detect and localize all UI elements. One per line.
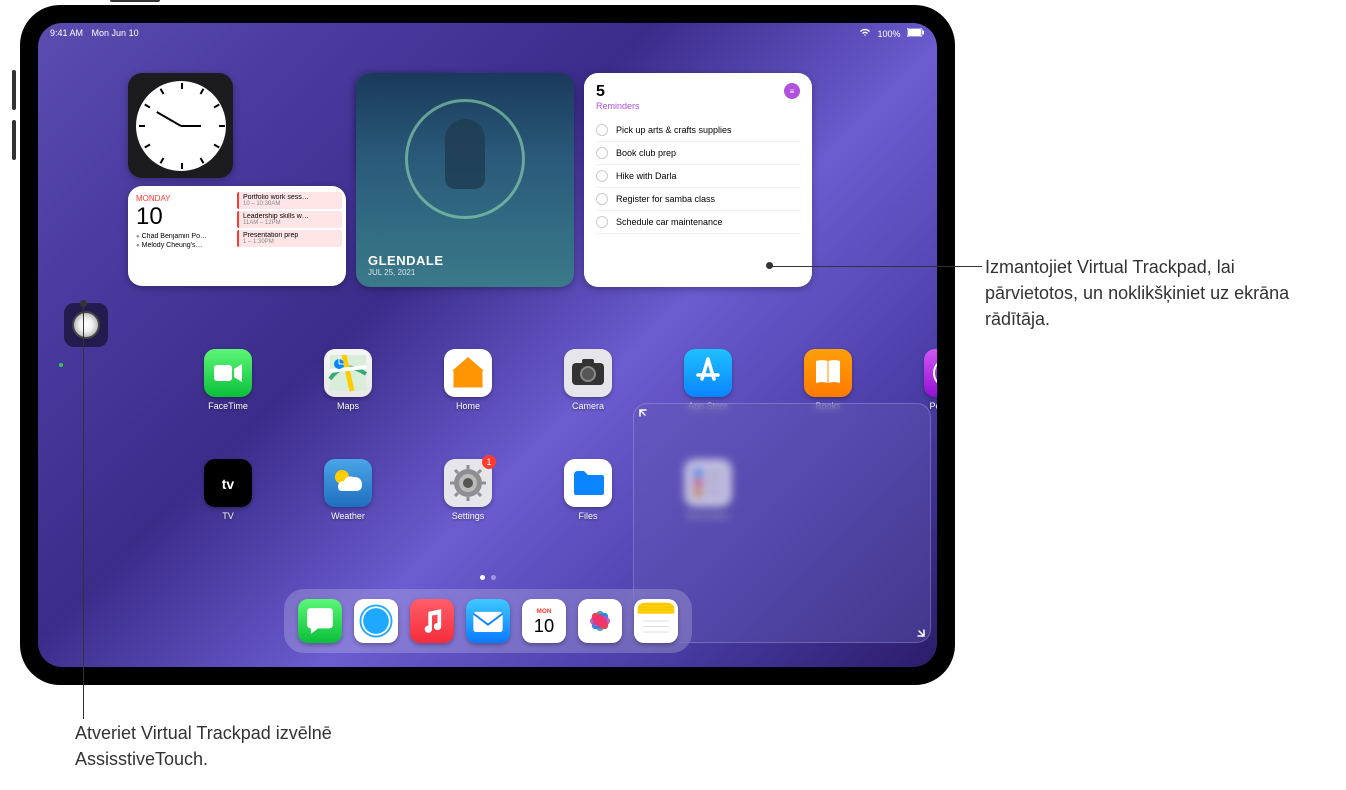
app-label: Weather bbox=[331, 511, 365, 521]
app-home[interactable]: Home bbox=[408, 349, 528, 459]
app-maps[interactable]: Maps bbox=[288, 349, 408, 459]
dock-app-safari[interactable] bbox=[354, 599, 398, 643]
reminder-label: Hike with Darla bbox=[616, 171, 677, 181]
calendar-slot: Portfolio work sess… 10 – 10:30AM bbox=[237, 192, 342, 209]
calendar-slot: Leadership skills w… 11AM – 12PM bbox=[237, 211, 342, 228]
volume-up-button bbox=[12, 70, 16, 110]
notification-badge: 1 bbox=[482, 455, 496, 469]
dock: MON10 bbox=[284, 589, 692, 653]
page-indicator[interactable] bbox=[480, 575, 496, 580]
reminder-checkbox[interactable] bbox=[596, 193, 608, 205]
reminder-label: Book club prep bbox=[616, 148, 676, 158]
app-files[interactable]: Files bbox=[528, 459, 648, 569]
reminder-item[interactable]: Register for samba class bbox=[596, 188, 800, 211]
photo-person-icon bbox=[445, 119, 485, 189]
dock-app-messages[interactable] bbox=[298, 599, 342, 643]
reminders-widget[interactable]: 5 Reminders ≡ Pick up arts & crafts supp… bbox=[584, 73, 812, 287]
assistivetouch-button[interactable] bbox=[64, 303, 108, 347]
app-label: TV bbox=[222, 511, 234, 521]
svg-text:tv: tv bbox=[222, 476, 235, 492]
app-label: Podcasts bbox=[929, 401, 937, 411]
reminder-item[interactable]: Book club prep bbox=[596, 142, 800, 165]
widget-stack: MONDAY 10 Chad Benjamin Po… Melody Cheun… bbox=[128, 73, 812, 287]
clock-face-icon bbox=[136, 81, 226, 171]
expand-arrow-icon[interactable] bbox=[912, 624, 926, 638]
appstore-icon bbox=[684, 349, 732, 397]
power-button bbox=[110, 0, 160, 2]
app-label: Maps bbox=[337, 401, 359, 411]
status-time: 9:41 AM bbox=[50, 28, 83, 38]
app-label: Files bbox=[578, 511, 597, 521]
status-bar: 9:41 AM Mon Jun 10 100% bbox=[38, 23, 937, 43]
callout-line bbox=[770, 266, 982, 267]
facetime-icon bbox=[204, 349, 252, 397]
volume-down-button bbox=[12, 120, 16, 160]
dock-app-calendar[interactable]: MON10 bbox=[522, 599, 566, 643]
calendar-event: Melody Cheung's… bbox=[136, 242, 225, 249]
photos-widget[interactable]: GLENDALE JUL 25, 2021 bbox=[356, 73, 574, 287]
battery-percent: 100% bbox=[877, 29, 900, 39]
svg-text:10: 10 bbox=[533, 615, 553, 636]
calendar-day-label: MONDAY bbox=[136, 194, 225, 203]
books-icon bbox=[804, 349, 852, 397]
page-dot bbox=[480, 575, 485, 580]
calendar-event: Chad Benjamin Po… bbox=[136, 233, 225, 240]
callout-line bbox=[83, 304, 84, 719]
photo-memory-title: GLENDALE bbox=[368, 253, 444, 268]
calendar-day-number: 10 bbox=[136, 203, 225, 231]
status-date: Mon Jun 10 bbox=[92, 28, 139, 38]
app-tv[interactable]: tv TV bbox=[168, 459, 288, 569]
expand-arrow-icon[interactable] bbox=[638, 408, 652, 422]
app-facetime[interactable]: FaceTime bbox=[168, 349, 288, 459]
reminder-label: Schedule car maintenance bbox=[616, 217, 723, 227]
dock-app-mail[interactable] bbox=[466, 599, 510, 643]
app-label: Home bbox=[456, 401, 480, 411]
home-screen[interactable]: 9:41 AM Mon Jun 10 100% bbox=[38, 23, 937, 667]
app-label: FaceTime bbox=[208, 401, 248, 411]
photo-memory-date: JUL 25, 2021 bbox=[368, 268, 444, 277]
app-label: Camera bbox=[572, 401, 604, 411]
list-bullet-icon[interactable]: ≡ bbox=[784, 83, 800, 99]
pointer-cursor-icon bbox=[59, 363, 63, 367]
camera-icon bbox=[564, 349, 612, 397]
reminder-item[interactable]: Pick up arts & crafts supplies bbox=[596, 119, 800, 142]
reminders-count: 5 bbox=[596, 83, 640, 101]
reminder-checkbox[interactable] bbox=[596, 170, 608, 182]
reminder-item[interactable]: Hike with Darla bbox=[596, 165, 800, 188]
calendar-slot: Presentation prep 1 – 1:30PM bbox=[237, 230, 342, 247]
clock-widget[interactable] bbox=[128, 73, 233, 178]
tv-icon: tv bbox=[204, 459, 252, 507]
dock-app-music[interactable] bbox=[410, 599, 454, 643]
app-camera[interactable]: Camera bbox=[528, 349, 648, 459]
callout-text-assistivetouch: Atveriet Virtual Trackpad izvēlnē Assiss… bbox=[75, 720, 395, 772]
callout-text-trackpad: Izmantojiet Virtual Trackpad, lai pārvie… bbox=[985, 254, 1325, 332]
svg-text:MON: MON bbox=[536, 608, 551, 615]
app-weather[interactable]: Weather bbox=[288, 459, 408, 569]
app-label: Settings bbox=[452, 511, 485, 521]
podcasts-icon bbox=[924, 349, 937, 397]
reminder-checkbox[interactable] bbox=[596, 147, 608, 159]
ipad-frame: 9:41 AM Mon Jun 10 100% bbox=[20, 5, 955, 685]
page-dot bbox=[491, 575, 496, 580]
assistivetouch-icon bbox=[72, 311, 100, 339]
battery-full-icon bbox=[907, 29, 925, 39]
reminder-checkbox[interactable] bbox=[596, 124, 608, 136]
dock-app-photos[interactable] bbox=[578, 599, 622, 643]
maps-icon bbox=[324, 349, 372, 397]
settings-icon: 1 bbox=[444, 459, 492, 507]
reminders-title: Reminders bbox=[596, 101, 640, 111]
weather-icon bbox=[324, 459, 372, 507]
reminder-item[interactable]: Schedule car maintenance bbox=[596, 211, 800, 234]
files-icon bbox=[564, 459, 612, 507]
calendar-widget[interactable]: MONDAY 10 Chad Benjamin Po… Melody Cheun… bbox=[128, 186, 346, 286]
reminder-label: Register for samba class bbox=[616, 194, 715, 204]
reminder-label: Pick up arts & crafts supplies bbox=[616, 125, 732, 135]
reminder-checkbox[interactable] bbox=[596, 216, 608, 228]
home-icon bbox=[444, 349, 492, 397]
wifi-icon bbox=[859, 29, 874, 39]
app-settings[interactable]: 1 Settings bbox=[408, 459, 528, 569]
dock-app-notes[interactable] bbox=[634, 599, 678, 643]
